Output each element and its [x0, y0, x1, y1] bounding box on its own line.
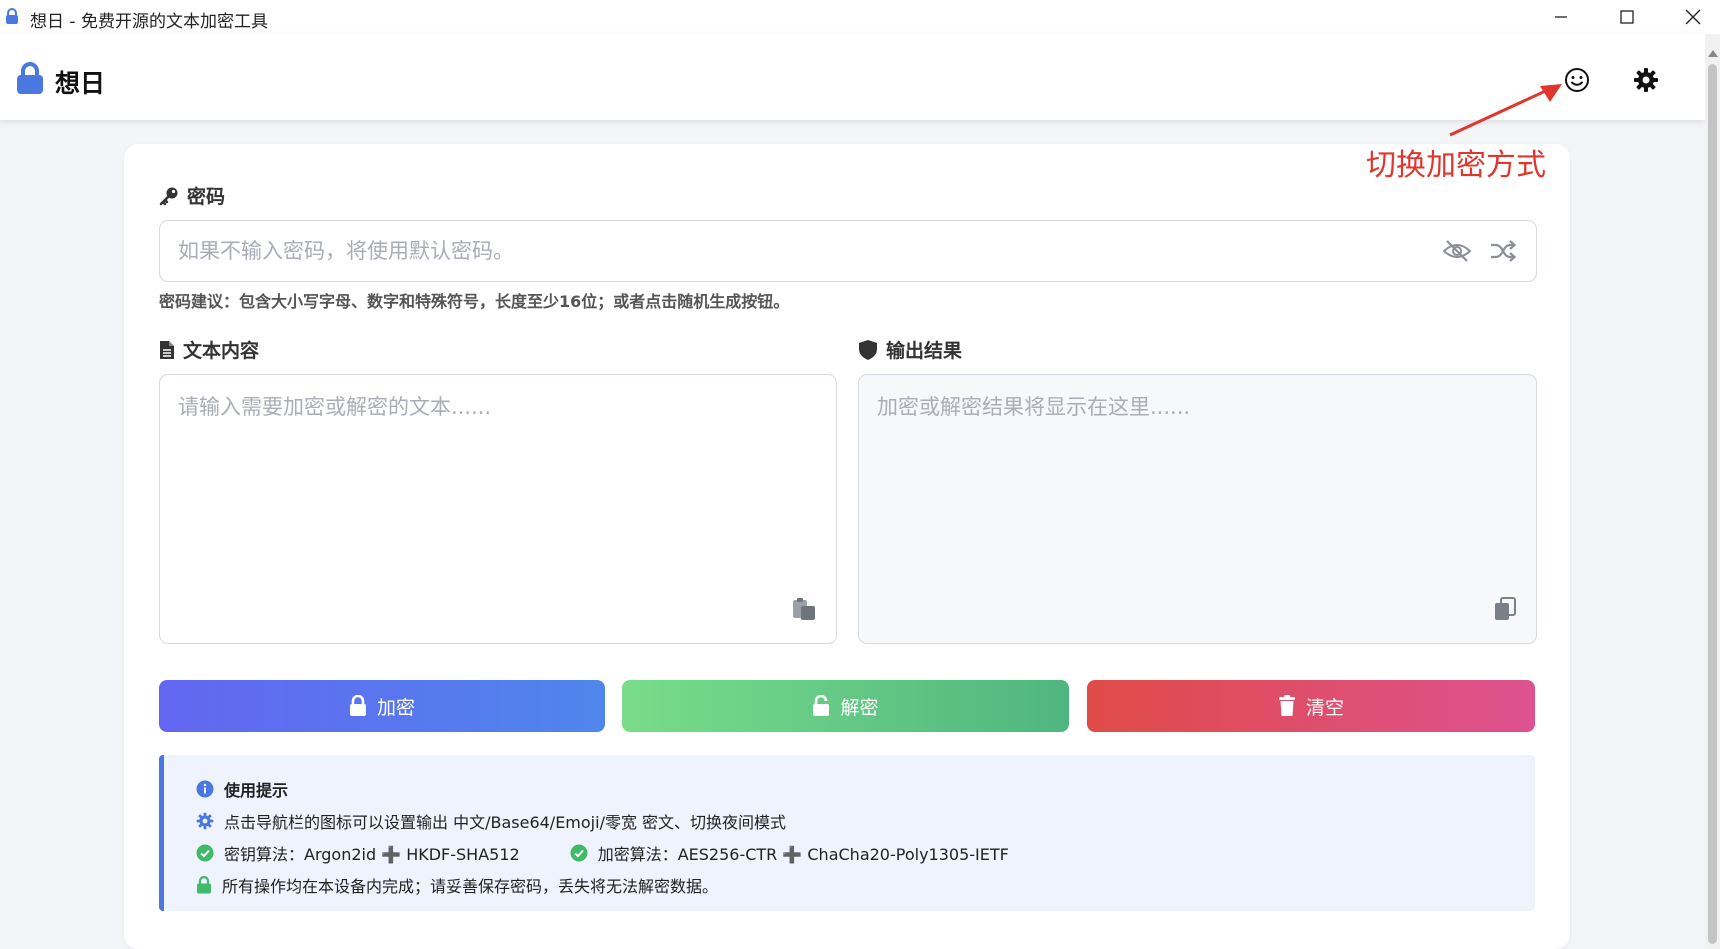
- input-text-label: 文本内容: [159, 336, 259, 363]
- password-label: 密码: [159, 182, 225, 209]
- check-circle-icon: [570, 844, 588, 862]
- file-icon: [160, 340, 174, 359]
- key-icon: [159, 187, 178, 205]
- tip-line-settings: 点击导航栏的图标可以设置输出 中文/Base64/Emoji/零宽 密文、切换夜…: [196, 809, 786, 833]
- output-textarea[interactable]: [859, 375, 1536, 643]
- annotation-arrow-icon: [1449, 84, 1562, 137]
- password-hint: 密码建议：包含大小写字母、数字和特殊符号，长度至少16位；或者点击随机生成按钮。: [159, 292, 790, 311]
- minimize-icon: [1555, 16, 1567, 18]
- password-input[interactable]: [160, 221, 1536, 281]
- window-title: 想日 - 免费开源的文本加密工具: [30, 12, 268, 32]
- input-textarea[interactable]: [160, 375, 836, 643]
- info-icon: [196, 780, 214, 798]
- random-password-button[interactable]: [1490, 239, 1517, 267]
- brand-title: 想日: [55, 69, 106, 98]
- clear-button[interactable]: 清空: [1087, 680, 1535, 732]
- scroll-thumb[interactable]: [1708, 64, 1717, 944]
- usage-tips-panel: 使用提示 点击导航栏的图标可以设置输出 中文/Base64/Emoji/零宽 密…: [159, 755, 1535, 911]
- trash-icon: [1278, 695, 1295, 716]
- vertical-scrollbar[interactable]: [1705, 34, 1720, 949]
- maximize-icon: [1620, 10, 1634, 24]
- tips-title-row: 使用提示: [196, 777, 288, 801]
- paste-icon: [793, 598, 815, 620]
- minimize-button[interactable]: [1528, 0, 1594, 34]
- output-text-label: 输出结果: [858, 336, 962, 363]
- copy-icon: [1495, 597, 1516, 620]
- toggle-visibility-button[interactable]: [1442, 239, 1472, 267]
- check-circle-icon: [196, 844, 214, 862]
- maximize-button[interactable]: [1594, 0, 1660, 34]
- eye-slash-icon: [1442, 240, 1472, 262]
- window-titlebar: 想日 - 免费开源的文本加密工具: [0, 0, 1720, 34]
- copy-button[interactable]: [1494, 597, 1516, 625]
- password-input-wrapper: [159, 220, 1537, 282]
- lock-icon: [197, 876, 211, 894]
- lock-logo-icon: [16, 61, 44, 99]
- lock-icon: [5, 8, 19, 28]
- output-text-wrapper: [858, 374, 1537, 644]
- tip-line-local: 所有操作均在本设备内完成；请妥善保存密码，丢失将无法解密数据。: [196, 873, 718, 897]
- input-text-wrapper: [159, 374, 837, 644]
- gear-icon: [196, 812, 214, 830]
- tip-line-algorithms: 密钥算法：Argon2id ➕ HKDF-SHA512 加密算法：AES256-…: [196, 841, 1009, 865]
- decrypt-button[interactable]: 解密: [622, 680, 1069, 732]
- close-icon: [1685, 9, 1701, 25]
- close-window-button[interactable]: [1660, 0, 1720, 34]
- shield-icon: [859, 339, 877, 360]
- unlock-icon: [813, 695, 830, 716]
- settings-button[interactable]: [1629, 63, 1663, 97]
- scroll-up-arrow-icon[interactable]: [1708, 50, 1718, 57]
- annotation-text: 切换加密方式: [1366, 148, 1546, 183]
- lock-icon: [349, 695, 366, 716]
- encrypt-button[interactable]: 加密: [159, 680, 605, 732]
- gear-icon: [1634, 68, 1658, 92]
- paste-button[interactable]: [792, 597, 816, 625]
- shuffle-icon: [1491, 240, 1517, 262]
